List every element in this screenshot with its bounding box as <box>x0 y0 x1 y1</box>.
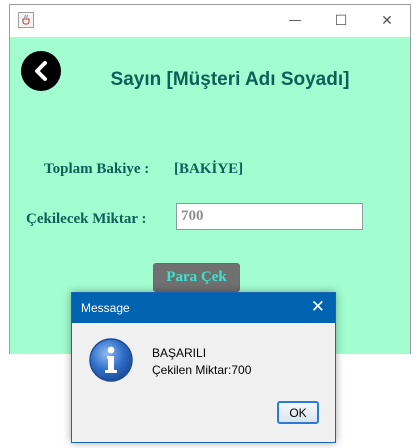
page-title: Sayın [Müşteri Adı Soyadı] <box>110 69 350 90</box>
close-button[interactable]: ✕ <box>364 5 410 36</box>
dialog-title: Message <box>81 301 130 315</box>
dialog-message-status: BAŞARILI <box>152 346 207 360</box>
balance-label: Toplam Bakiye : <box>44 161 150 177</box>
dialog-titlebar[interactable]: Message ✕ <box>72 293 335 323</box>
dialog-close-icon[interactable]: ✕ <box>311 297 325 317</box>
balance-value: [BAKİYE] <box>174 161 244 177</box>
ok-button[interactable]: OK <box>277 401 319 424</box>
amount-label: Çekilecek Miktar : <box>26 211 147 227</box>
java-cup-icon <box>18 12 34 28</box>
withdraw-button[interactable]: Para Çek <box>153 263 240 292</box>
amount-input[interactable] <box>176 203 363 230</box>
maximize-button[interactable]: ☐ <box>318 5 364 36</box>
window-titlebar[interactable]: — ☐ ✕ <box>10 5 410 37</box>
close-icon: ✕ <box>381 12 393 29</box>
maximize-icon: ☐ <box>334 12 348 29</box>
info-icon <box>89 338 133 382</box>
dialog-message-amount: Çekilen Miktar:700 <box>152 363 252 377</box>
minimize-icon: — <box>288 13 302 28</box>
minimize-button[interactable]: — <box>272 5 318 36</box>
message-dialog: Message ✕ BAŞARILI Çekilen Miktar:700 OK <box>71 292 336 443</box>
